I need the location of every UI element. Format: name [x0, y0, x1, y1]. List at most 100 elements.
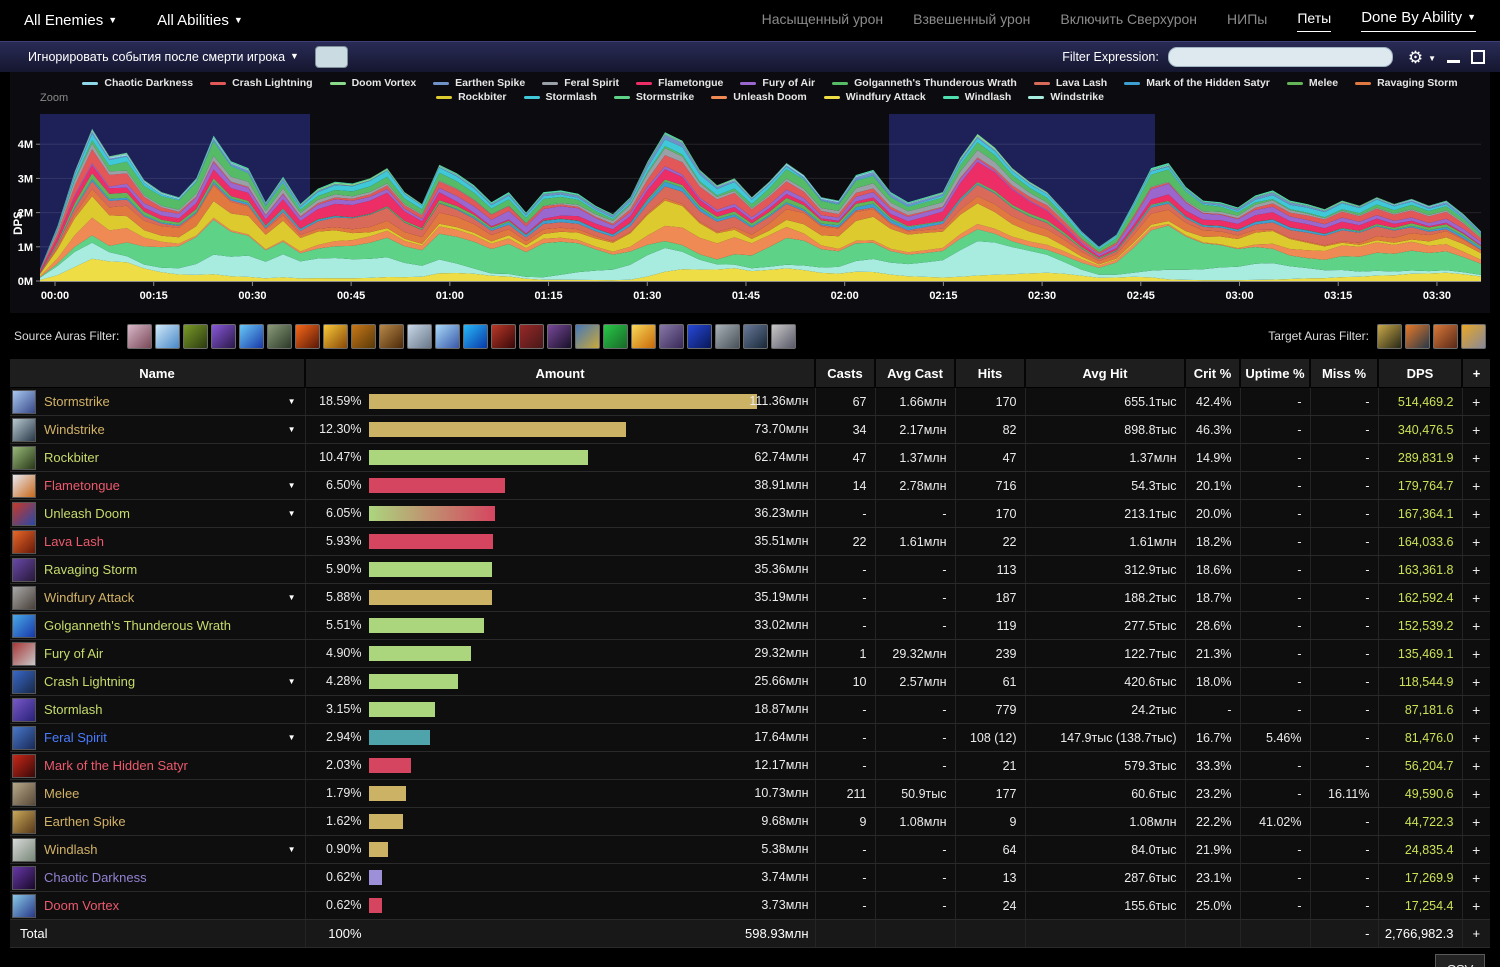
ability-name-link[interactable]: Mark of the Hidden Satyr [44, 758, 188, 773]
source-aura-icon-2[interactable] [155, 324, 180, 349]
legend-item[interactable]: Fury of Air [740, 77, 815, 89]
expand-plus-icon[interactable]: + [1462, 892, 1490, 920]
expand-plus-icon[interactable]: + [1462, 780, 1490, 808]
legend-item[interactable]: Mark of the Hidden Satyr [1124, 77, 1270, 89]
column-header-hits[interactable]: Hits [955, 359, 1025, 388]
source-aura-icon-6[interactable] [267, 324, 292, 349]
ability-name-link[interactable]: Windstrike [44, 422, 105, 437]
column-header-avg-hit[interactable]: Avg Hit [1025, 359, 1185, 388]
ability-name-link[interactable]: Doom Vortex [44, 898, 119, 913]
expand-row-icon[interactable]: ▼ [288, 509, 296, 518]
column-header-name[interactable]: Name [10, 359, 305, 388]
source-aura-icon-21[interactable] [687, 324, 712, 349]
expand-row-icon[interactable]: ▼ [288, 397, 296, 406]
expand-plus-icon[interactable]: + [1462, 444, 1490, 472]
nav-weighted-damage[interactable]: Взвешенный урон [913, 11, 1030, 30]
source-aura-icon-22[interactable] [715, 324, 740, 349]
ability-name-link[interactable]: Lava Lash [44, 534, 104, 549]
expand-plus-icon[interactable]: + [1462, 388, 1490, 416]
target-aura-icon-4[interactable] [1461, 324, 1486, 349]
column-header-crit[interactable]: Crit % [1185, 359, 1240, 388]
legend-item[interactable]: Melee [1287, 77, 1338, 89]
legend-item[interactable]: Lava Lash [1034, 77, 1107, 89]
source-aura-icon-12[interactable] [435, 324, 460, 349]
ability-name-link[interactable]: Unleash Doom [44, 506, 130, 521]
dps-stacked-area-chart[interactable]: 0M1M2M3M4MDPS00:0000:1500:3000:4501:0001… [10, 72, 1490, 313]
all-abilities-dropdown[interactable]: All Abilities▼ [157, 12, 243, 29]
source-aura-icon-20[interactable] [659, 324, 684, 349]
ability-name-link[interactable]: Flametongue [44, 478, 120, 493]
column-header-avg-cast[interactable]: Avg Cast [875, 359, 955, 388]
column-header-miss[interactable]: Miss % [1310, 359, 1378, 388]
source-aura-icon-18[interactable] [603, 324, 628, 349]
source-aura-icon-8[interactable] [323, 324, 348, 349]
source-aura-icon-3[interactable] [183, 324, 208, 349]
ability-name-link[interactable]: Stormstrike [44, 394, 110, 409]
ignore-events-toggle[interactable] [315, 46, 348, 68]
column-header-uptime[interactable]: Uptime % [1240, 359, 1310, 388]
nav-npcs[interactable]: НИПы [1227, 11, 1267, 30]
expand-plus-icon[interactable]: + [1462, 500, 1490, 528]
ability-name-link[interactable]: Stormlash [44, 702, 103, 717]
expand-plus-icon[interactable]: + [1462, 752, 1490, 780]
expand-plus-icon[interactable]: + [1462, 808, 1490, 836]
expand-plus-icon[interactable]: + [1462, 864, 1490, 892]
ability-name-link[interactable]: Windlash [44, 842, 97, 857]
ability-name-link[interactable]: Ravaging Storm [44, 562, 137, 577]
source-aura-icon-19[interactable] [631, 324, 656, 349]
source-aura-icon-11[interactable] [407, 324, 432, 349]
expand-plus-icon[interactable]: + [1462, 724, 1490, 752]
expand-plus-icon[interactable]: + [1462, 696, 1490, 724]
expand-row-icon[interactable]: ▼ [288, 677, 296, 686]
source-aura-icon-7[interactable] [295, 324, 320, 349]
column-header-amount[interactable]: Amount [305, 359, 815, 388]
nav-saturated-damage[interactable]: Насыщенный урон [762, 11, 884, 30]
source-aura-icon-5[interactable] [239, 324, 264, 349]
nav-done-by-ability[interactable]: Done By Ability▼ [1361, 9, 1476, 32]
all-enemies-dropdown[interactable]: All Enemies▼ [24, 12, 117, 29]
legend-item[interactable]: Rockbiter [436, 91, 506, 103]
expand-plus-icon[interactable]: + [1462, 668, 1490, 696]
column-header-+[interactable]: + [1462, 359, 1490, 388]
source-aura-icon-9[interactable] [351, 324, 376, 349]
legend-item[interactable]: Earthen Spike [433, 77, 525, 89]
source-aura-icon-14[interactable] [491, 324, 516, 349]
expand-plus-icon[interactable]: + [1462, 640, 1490, 668]
ability-name-link[interactable]: Crash Lightning [44, 674, 135, 689]
expand-row-icon[interactable]: ▼ [288, 733, 296, 742]
expand-plus-icon[interactable]: + [1462, 584, 1490, 612]
target-aura-icon-2[interactable] [1405, 324, 1430, 349]
legend-item[interactable]: Flametongue [636, 77, 723, 89]
source-aura-icon-16[interactable] [547, 324, 572, 349]
filter-expression-input[interactable] [1168, 47, 1393, 67]
legend-item[interactable]: Stormlash [524, 91, 597, 103]
expand-row-icon[interactable]: ▼ [288, 425, 296, 434]
legend-item[interactable]: Windfury Attack [824, 91, 926, 103]
expand-row-icon[interactable]: ▼ [288, 481, 296, 490]
source-aura-icon-24[interactable] [771, 324, 796, 349]
legend-item[interactable]: Windlash [943, 91, 1012, 103]
legend-item[interactable]: Chaotic Darkness [82, 77, 193, 89]
minimize-icon[interactable] [1445, 49, 1461, 65]
source-aura-icon-1[interactable] [127, 324, 152, 349]
ability-name-link[interactable]: Rockbiter [44, 450, 99, 465]
ability-name-link[interactable]: Fury of Air [44, 646, 103, 661]
nav-include-overkill[interactable]: Включить Сверхурон [1060, 11, 1197, 30]
csv-export-button[interactable]: CSV [1435, 954, 1485, 967]
expand-plus-icon[interactable]: + [1462, 836, 1490, 864]
expand-plus-icon[interactable]: + [1462, 416, 1490, 444]
target-aura-icon-1[interactable] [1377, 324, 1402, 349]
settings-gear-icon[interactable]: ⚙▼ [1408, 49, 1436, 66]
ability-name-link[interactable]: Earthen Spike [44, 814, 126, 829]
legend-item[interactable]: Crash Lightning [210, 77, 313, 89]
nav-pets[interactable]: Петы [1297, 10, 1331, 32]
legend-item[interactable]: Windstrike [1028, 91, 1104, 103]
expand-plus-icon[interactable]: + [1462, 528, 1490, 556]
legend-item[interactable]: Unleash Doom [711, 91, 807, 103]
expand-row-icon[interactable]: ▼ [288, 593, 296, 602]
target-aura-icon-3[interactable] [1433, 324, 1458, 349]
source-aura-icon-4[interactable] [211, 324, 236, 349]
ability-name-link[interactable]: Feral Spirit [44, 730, 107, 745]
expand-plus-icon[interactable]: + [1462, 612, 1490, 640]
source-aura-icon-23[interactable] [743, 324, 768, 349]
